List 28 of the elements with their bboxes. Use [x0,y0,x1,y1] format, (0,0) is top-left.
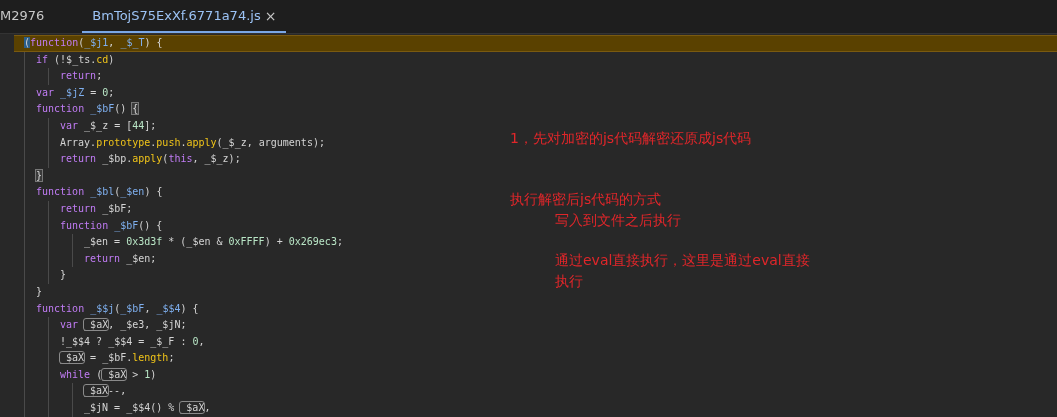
code-line: } [36,284,43,299]
code-line: !_$$4 ? _$$4 = _$_F : 0, [60,334,205,350]
annotation-text: 通过eval直接执行，这里是通过eval直接执行 [555,251,810,291]
editor-tab[interactable]: M2976 [0,0,55,33]
code-line: var _$_z = [44]; [60,118,157,134]
code-line: function _$bl(_$en) { [36,185,163,200]
code-line: var _$aX, _$e3, _$jN; [60,318,187,333]
code-line: var _$jZ = 0; [36,85,115,101]
annotation-text: 1，先对加密的js代码解密还原成js代码 [510,129,753,148]
code-line: return _$bF; [60,201,133,217]
annotation-text: 写入到文件之后执行 [555,211,682,230]
code-line: _$en = 0x3d3f * (_$en & 0xFFFF) + 0x269ec3; [84,235,343,250]
code-line: if (!$_ts.cd) [36,52,115,68]
annotation-text: 执行解密后js代码的方式 [510,190,663,209]
code-line: function _$bF() { [36,102,139,117]
code-line: while (_$aX > 1) [60,367,157,383]
code-line: } [60,268,67,283]
code-line: return; [60,69,103,84]
code-line: return _$en; [84,251,157,267]
code-line: _$aX = _$bF.length; [60,351,175,366]
code-line: function _$$j(_$bF, _$$4) { [36,301,199,317]
editor-tab[interactable]: BmTojS75ExXf.6771a74.js × [82,0,287,33]
code-line: Array.prototype.push.apply(_$_z, arguments); [60,135,325,151]
code-line: return _$bp.apply(this, _$_z); [60,152,241,167]
code-line: _$aX--, [84,384,127,399]
code-line: _$jN = _$$4() % _$aX, [84,401,211,416]
code-line: function _$bF() { [60,218,163,234]
close-icon[interactable]: × [264,7,277,24]
